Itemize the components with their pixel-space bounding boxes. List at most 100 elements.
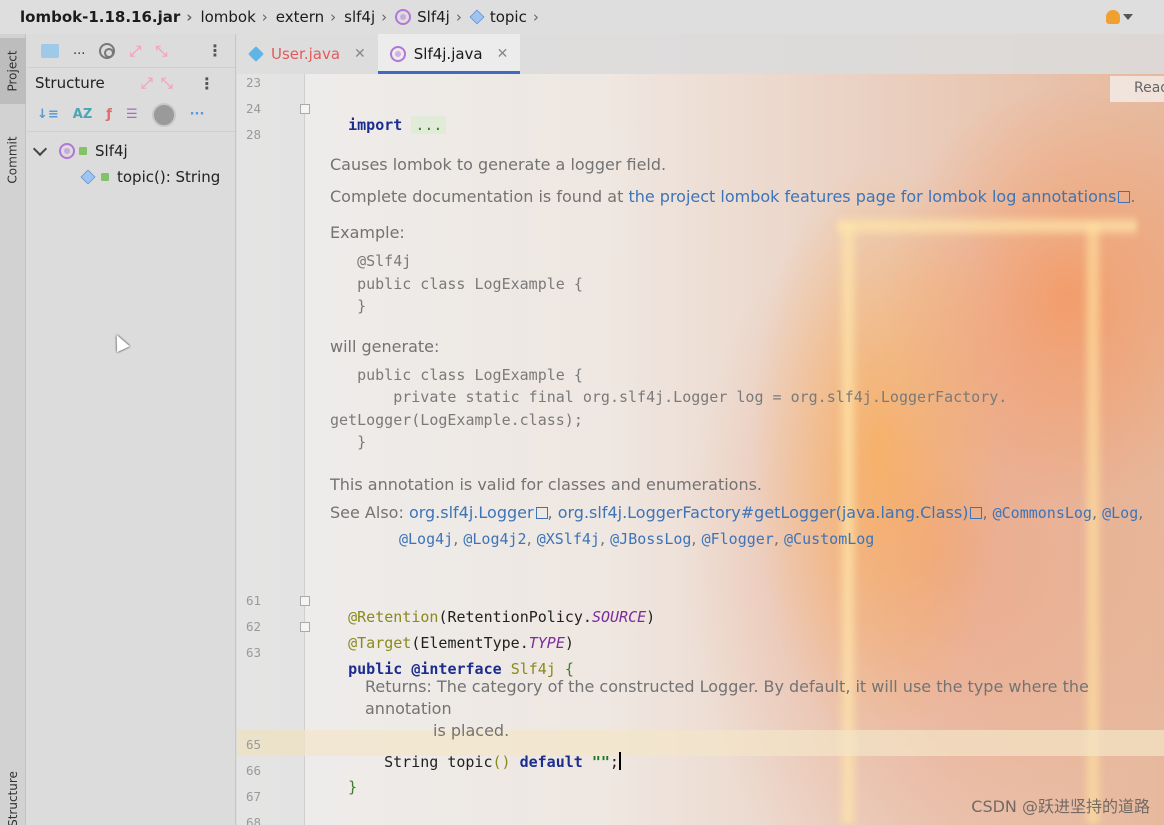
breadcrumb-item-jar[interactable]: lombok-1.18.16.jar › — [20, 8, 200, 26]
tab-project[interactable]: Project — [0, 38, 26, 104]
line-number: 67 — [245, 789, 261, 804]
editor[interactable]: User.java ✕ Slf4j.java ✕ Read 23 24 28 6… — [237, 34, 1164, 825]
doc-link[interactable]: org.slf4j.Logger — [409, 503, 534, 522]
tab-commit-label: Commit — [6, 136, 21, 184]
doc-label: Returns: — [365, 677, 432, 696]
editor-tabs: User.java ✕ Slf4j.java ✕ — [237, 34, 1164, 74]
rendered-javadoc-returns: Returns: The category of the constructed… — [365, 676, 1155, 742]
text-caret — [618, 752, 621, 770]
doc-paragraph: Causes lombok to generate a logger field… — [330, 155, 667, 174]
tab-slf4j-java[interactable]: Slf4j.java ✕ — [377, 34, 521, 74]
breadcrumb-label: lombok-1.18.16.jar — [20, 8, 181, 26]
doc-label: Example: — [330, 223, 405, 242]
parens: () — [492, 753, 511, 771]
structure-panel: ... ⤢ ⤡ ⋮ Structure ⤢ ⤡ ⋮ ↓≡ AZ ƒ ☰ ··· … — [27, 34, 236, 825]
doc-link[interactable]: @Log4j — [399, 530, 453, 548]
fold-icon[interactable] — [300, 596, 310, 606]
line-number: 28 — [245, 127, 261, 142]
chevron-right-icon: › — [186, 8, 193, 26]
doc-link[interactable]: @Flogger — [702, 530, 774, 548]
breadcrumb-label: topic — [489, 8, 527, 26]
line-number: 61 — [245, 593, 261, 608]
line-number: 63 — [245, 645, 261, 660]
annotation-icon — [389, 46, 406, 62]
sort-by-visibility-icon[interactable]: ↓≡ — [37, 107, 59, 122]
expand-all-icon[interactable]: ⤢ — [141, 74, 153, 92]
method-icon — [80, 169, 96, 185]
structure-tree: Slf4j topic(): String — [27, 132, 235, 190]
tab-label: User.java — [271, 45, 341, 63]
user-account-button[interactable] — [1106, 8, 1140, 26]
line-number-gutter: 23 24 28 61 62 63 65 66 67 68 — [237, 74, 310, 825]
reader-mode-label: Read — [1134, 80, 1164, 96]
show-members-icon[interactable] — [151, 102, 176, 127]
breadcrumb-item-topic[interactable]: topic › — [469, 8, 547, 26]
folded-imports[interactable]: ... — [411, 116, 447, 134]
doc-text: Complete documentation is found at — [330, 187, 629, 206]
tab-user-java[interactable]: User.java ✕ — [237, 34, 378, 74]
fold-icon[interactable] — [300, 622, 310, 632]
tab-structure[interactable]: Structure — [0, 764, 26, 825]
doc-link[interactable]: org.slf4j.LoggerFactory#getLogger(java.l… — [558, 503, 969, 522]
doc-link[interactable]: the project lombok features page for lom… — [628, 187, 1116, 206]
code-line-topic[interactable]: String topic() default ""; — [348, 734, 621, 789]
tab-project-label: Project — [6, 50, 20, 92]
collapse-all-icon[interactable]: ⤡ — [161, 74, 173, 92]
chevron-right-icon: › — [381, 8, 388, 26]
collapse-all-icon[interactable]: ⤡ — [155, 42, 167, 60]
close-icon[interactable]: ✕ — [497, 46, 509, 62]
structure-title: Structure — [35, 74, 105, 92]
doc-link[interactable]: @CustomLog — [784, 530, 874, 548]
class-icon — [248, 46, 264, 62]
semicolon: ; — [609, 753, 619, 771]
breadcrumb-label: Slf4j — [417, 8, 450, 26]
tree-node-label: Slf4j — [95, 142, 128, 160]
external-link-icon — [970, 506, 983, 519]
enum-constant: SOURCE — [591, 608, 647, 626]
rendered-javadoc: Causes lombok to generate a logger field… — [330, 154, 1150, 552]
code-line-close[interactable]: } — [312, 760, 357, 814]
more-icon[interactable]: ··· — [190, 107, 205, 122]
doc-link[interactable]: @XSlf4j — [537, 530, 600, 548]
mouse-cursor-icon — [110, 331, 130, 353]
annotation-icon — [59, 143, 75, 159]
tool-window-strip: Project Commit Structure — [0, 34, 26, 825]
more-options-icon[interactable]: ⋮ — [199, 74, 215, 93]
show-inherited-icon[interactable]: ƒ — [106, 107, 112, 122]
sort-alphabetically-icon[interactable]: AZ — [73, 107, 93, 122]
external-link-icon — [1118, 191, 1131, 203]
doc-link[interactable]: @Log4j2 — [463, 530, 526, 548]
project-panel-toolbar: ... ⤢ ⤡ ⋮ — [27, 34, 235, 68]
fold-icon[interactable] — [300, 104, 310, 114]
doc-code-generated: public class LogExample { private static… — [330, 365, 1008, 452]
breadcrumb-label: slf4j — [344, 8, 376, 26]
breadcrumb-item-slf4j-pkg[interactable]: slf4j › — [344, 8, 395, 26]
tree-node-topic[interactable]: topic(): String — [27, 164, 235, 190]
breadcrumb-item-slf4j-annotation[interactable]: Slf4j › — [395, 8, 470, 26]
code-line-import[interactable]: import ... — [312, 98, 447, 152]
doc-see-also: See Also: org.slf4j.Logger, org.slf4j.Lo… — [330, 502, 1144, 548]
line-number: 24 — [245, 101, 261, 116]
doc-code-example: @Slf4j public class LogExample { } — [357, 252, 583, 315]
tree-node-slf4j[interactable]: Slf4j — [27, 138, 235, 164]
more-options-icon[interactable]: ⋮ — [207, 41, 223, 60]
breadcrumb: lombok-1.18.16.jar › lombok › extern › slf4… — [0, 0, 1164, 34]
string-literal: "" — [591, 753, 610, 771]
doc-link[interactable]: @Log — [1102, 504, 1138, 522]
tab-commit[interactable]: Commit — [0, 130, 26, 190]
expand-all-icon[interactable]: ⤢ — [129, 42, 141, 60]
chevron-down-icon[interactable] — [32, 141, 48, 157]
doc-link[interactable]: @CommonsLog — [993, 504, 1092, 522]
chevron-right-icon: › — [532, 8, 539, 26]
close-icon[interactable]: ✕ — [354, 46, 366, 62]
show-fields-icon[interactable]: ☰ — [126, 107, 138, 122]
reader-mode-button[interactable]: Read — [1110, 76, 1164, 102]
breadcrumb-item-lombok[interactable]: lombok › — [200, 8, 275, 26]
structure-toolbar: ↓≡ AZ ƒ ☰ ··· — [27, 98, 235, 132]
locate-icon[interactable] — [99, 42, 116, 59]
doc-link[interactable]: @JBossLog — [610, 530, 691, 548]
breadcrumb-item-extern[interactable]: extern › — [276, 8, 344, 26]
tab-structure-label: Structure — [6, 771, 21, 825]
method-name: topic — [447, 753, 493, 771]
monitor-icon[interactable] — [41, 43, 59, 58]
